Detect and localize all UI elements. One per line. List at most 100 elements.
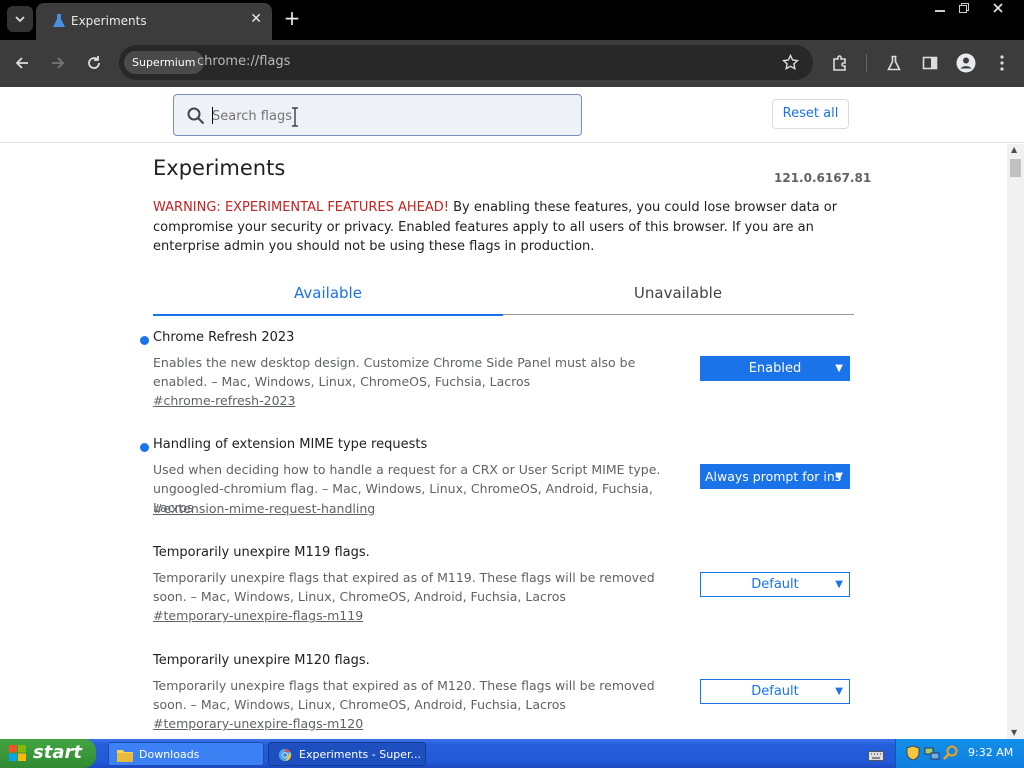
close-window-button[interactable] [984,1,1012,19]
forward-button[interactable] [47,52,69,74]
star-icon[interactable] [782,54,799,71]
side-panel-button[interactable] [919,52,941,74]
kebab-menu-icon [1000,55,1004,71]
labs-button[interactable] [883,52,905,74]
security-shield-icon[interactable] [906,745,920,761]
flag-select-value: Always prompt for ins [705,469,842,484]
close-icon [993,3,1003,13]
avatar-icon [956,53,976,73]
menu-button[interactable] [991,52,1013,74]
toolbar-divider [866,54,867,72]
network-icon[interactable] [924,745,940,761]
start-label: start [33,742,82,763]
flag-description: Temporarily unexpire flags that expired … [153,678,655,712]
chevron-down-icon: ▼ [835,471,843,482]
scrollbar-thumb[interactable] [1010,159,1021,177]
reload-icon [88,56,100,69]
flags-page: Reset all Experiments 121.0.6167.81 WARN… [0,87,1024,739]
flask-icon [53,14,65,27]
page-scrollbar[interactable]: ▲ ▼ [1007,144,1024,739]
tab-available[interactable]: Available [153,274,503,312]
flags-tabs: Available Unavailable [153,274,854,316]
warning-heading: WARNING: EXPERIMENTAL FEATURES AHEAD! [153,200,449,215]
reset-all-button[interactable]: Reset all [772,99,849,129]
flag-link[interactable]: #temporary-unexpire-flags-m120 [153,716,363,731]
flag-link[interactable]: #chrome-refresh-2023 [153,393,295,408]
arrow-left-icon [15,57,28,69]
flag-link[interactable]: #extension-mime-request-handling [153,501,375,516]
chevron-down-icon: ▼ [835,686,843,697]
restore-button[interactable] [950,1,978,19]
windows-logo-icon [9,745,26,761]
flag-description: Enables the new desktop design. Customiz… [153,355,636,389]
task-label: Experiments - Super... [299,748,421,761]
flag-select-value: Default [751,577,799,592]
scroll-down-arrow-icon[interactable]: ▼ [1011,728,1017,737]
extensions-button[interactable] [829,52,851,74]
minimize-icon [935,10,945,12]
browser-icon [278,748,292,762]
text-cursor [212,107,213,124]
taskbar-item-downloads[interactable]: Downloads [108,742,264,766]
tab-strip: Experiments ✕ + [0,0,1024,40]
back-button[interactable] [11,52,33,74]
omnibox[interactable]: Supermium chrome://flags [119,45,813,80]
flag-select[interactable]: Default ▼ [700,679,850,704]
tab-experiments[interactable]: Experiments ✕ [36,3,272,40]
profile-button[interactable] [955,52,977,74]
flag-name: Temporarily unexpire M120 flags. [153,653,370,668]
puzzle-icon [833,55,846,71]
flag-name: Chrome Refresh 2023 [153,330,295,345]
arrow-right-icon [52,57,65,69]
omnibox-chip[interactable]: Supermium [124,51,204,74]
keyboard-icon[interactable] [868,747,884,766]
browser-toolbar: Supermium chrome://flags [0,40,1024,87]
side-panel-icon [922,56,938,70]
flag-select-value: Default [751,684,799,699]
modified-dot [140,443,149,452]
chevron-down-icon [15,15,25,22]
flag-description: Temporarily unexpire flags that expired … [153,570,655,604]
start-button[interactable]: start [0,739,96,768]
flag-item: Chrome Refresh 2023 Enables the new desk… [140,330,853,410]
page-title: Experiments [153,156,286,180]
tab-close-icon[interactable]: ✕ [250,11,262,27]
taskbar-item-experiments[interactable]: Experiments - Super... [268,742,426,766]
magnifier-icon[interactable] [943,745,959,761]
tab-title: Experiments [71,14,147,28]
flag-select[interactable]: Always prompt for ins ▼ [700,464,850,489]
modified-dot [140,336,149,345]
flag-item: Temporarily unexpire M119 flags. Tempora… [153,545,853,625]
flag-name: Temporarily unexpire M119 flags. [153,545,370,560]
clock: 9:32 AM [968,746,1014,759]
flag-item: Temporarily unexpire M120 flags. Tempora… [153,653,853,733]
tab-unavailable[interactable]: Unavailable [503,274,853,312]
flag-link[interactable]: #temporary-unexpire-flags-m119 [153,608,363,623]
system-tray: 9:32 AM [895,739,1024,768]
flag-select[interactable]: Default ▼ [700,572,850,597]
reload-button[interactable] [83,52,105,74]
url-text[interactable]: chrome://flags [197,54,290,69]
flag-item: Handling of extension MIME type requests… [140,437,853,517]
new-tab-button[interactable]: + [281,6,303,30]
search-box[interactable] [173,94,582,136]
flag-name: Handling of extension MIME type requests [153,437,428,452]
folder-icon [117,750,133,762]
tab-search-button[interactable] [7,6,33,32]
active-tab-indicator [153,314,503,316]
search-input[interactable] [212,106,562,126]
flag-select[interactable]: Enabled ▼ [700,356,850,381]
search-icon [187,107,205,125]
version-label: 121.0.6167.81 [774,171,872,185]
chevron-down-icon: ▼ [835,579,843,590]
restore-icon [959,3,969,13]
chevron-down-icon: ▼ [835,363,843,374]
taskbar: start Downloads Experiments - Super... 9… [0,739,1024,768]
search-header: Reset all [0,87,1024,143]
flags-content: Experiments 121.0.6167.81 WARNING: EXPER… [0,144,1007,739]
flask-icon [887,55,901,71]
scroll-up-arrow-icon[interactable]: ▲ [1011,145,1017,154]
task-label: Downloads [139,748,200,761]
ibeam-cursor-icon [292,107,298,127]
warning-text: WARNING: EXPERIMENTAL FEATURES AHEAD! By… [153,198,853,257]
